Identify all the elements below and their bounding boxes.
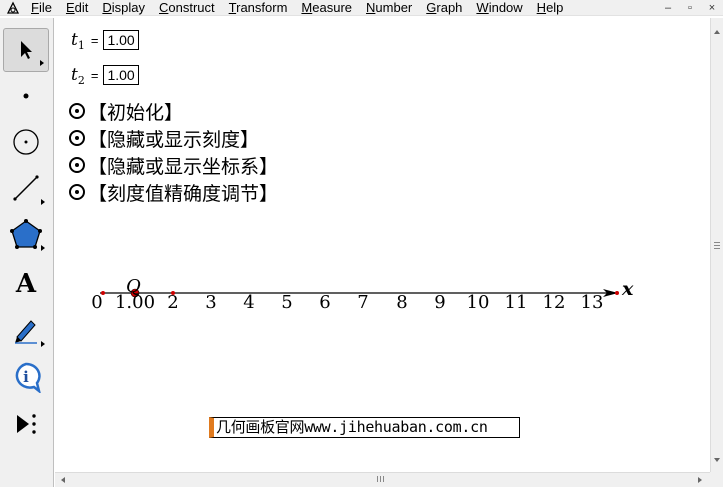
point-q-value: 1.00 (114, 292, 156, 313)
marker-tool[interactable] (3, 308, 49, 352)
tool-menu-triangle-icon (41, 245, 45, 251)
scroll-grip-icon (714, 245, 720, 246)
x-axis-label: x (622, 278, 634, 300)
tick-label: 8 (396, 292, 408, 313)
line-icon (13, 175, 39, 201)
menu-measure[interactable]: Measure (294, 0, 359, 16)
tick-label: 9 (434, 292, 446, 313)
arrow-cursor-icon (21, 41, 32, 59)
menu-edit[interactable]: Edit (59, 0, 95, 16)
scroll-grip-icon (380, 476, 381, 482)
tick-label: 6 (319, 292, 331, 313)
point-tool[interactable] (3, 74, 49, 118)
menu-transform[interactable]: Transform (222, 0, 295, 16)
scroll-grip-icon (714, 248, 720, 249)
pen-icon (15, 320, 37, 344)
menu-window[interactable]: Window (469, 0, 529, 16)
app-icon[interactable] (6, 1, 20, 15)
straightedge-tool[interactable] (3, 166, 49, 210)
scrollbar-corner (710, 472, 723, 487)
point-icon (23, 93, 29, 99)
svg-text:i: i (23, 368, 29, 386)
scroll-grip-icon (377, 476, 378, 482)
axis-end-point[interactable] (615, 291, 619, 295)
info-icon: i (15, 362, 41, 393)
scroll-up-icon[interactable] (714, 30, 720, 34)
tick-label: 10 (466, 292, 490, 313)
tick-label: 11 (504, 292, 528, 313)
caption-url: www.jihehuaban.com.cn (304, 418, 488, 436)
sketch-canvas[interactable]: t 1 = 1.00 t 2 = 1.00 【初始化】 【隐藏或显示刻度】 【隐… (55, 18, 710, 472)
website-caption: 几何画板官网www.jihehuaban.com.cn (209, 417, 520, 438)
tool-menu-triangle-icon (41, 199, 45, 205)
toolbox: A i (0, 18, 54, 487)
scroll-grip-icon (714, 242, 720, 243)
number-line (100, 288, 619, 298)
menu-number[interactable]: Number (359, 0, 419, 16)
menu-graph[interactable]: Graph (419, 0, 469, 16)
polygon-icon (10, 219, 42, 249)
tick-label: 0 (91, 292, 103, 313)
information-tool[interactable]: i (3, 355, 49, 399)
text-a-icon: A (15, 269, 37, 299)
caption-chinese: 几何画板官网 (216, 418, 305, 436)
vertical-scrollbar[interactable] (710, 18, 723, 472)
tick-label: 5 (281, 292, 293, 313)
menu-help[interactable]: Help (530, 0, 571, 16)
restore-button[interactable]: ▫ (679, 0, 701, 16)
tick-label: 13 (580, 292, 604, 313)
selection-arrow-tool[interactable] (3, 28, 49, 72)
custom-tools-icon (17, 414, 36, 434)
circle-icon (13, 129, 39, 155)
minimize-button[interactable]: – (657, 0, 679, 16)
custom-tool[interactable] (3, 402, 49, 446)
menu-file[interactable]: File (24, 0, 59, 16)
text-tool[interactable]: A (3, 262, 49, 306)
tick-label: 12 (542, 292, 566, 313)
menu-display[interactable]: Display (95, 0, 152, 16)
tool-menu-triangle-icon (41, 341, 45, 347)
menu-construct[interactable]: Construct (152, 0, 222, 16)
tick-label: 2 (167, 292, 179, 313)
tool-menu-triangle-icon (40, 60, 44, 66)
compass-tool[interactable] (3, 120, 49, 164)
tick-label: 7 (357, 292, 369, 313)
scroll-down-icon[interactable] (714, 458, 720, 462)
polygon-tool[interactable] (3, 212, 49, 256)
menu-bar: File Edit Display Construct Transform Me… (0, 0, 723, 16)
close-button[interactable]: × (701, 0, 723, 16)
tick-label: 3 (205, 292, 217, 313)
tick-label: 4 (243, 292, 255, 313)
scroll-grip-icon (383, 476, 384, 482)
window-controls: – ▫ × (657, 0, 723, 16)
scroll-left-icon[interactable] (61, 477, 65, 483)
horizontal-scrollbar[interactable] (55, 472, 710, 487)
scroll-right-icon[interactable] (698, 477, 702, 483)
